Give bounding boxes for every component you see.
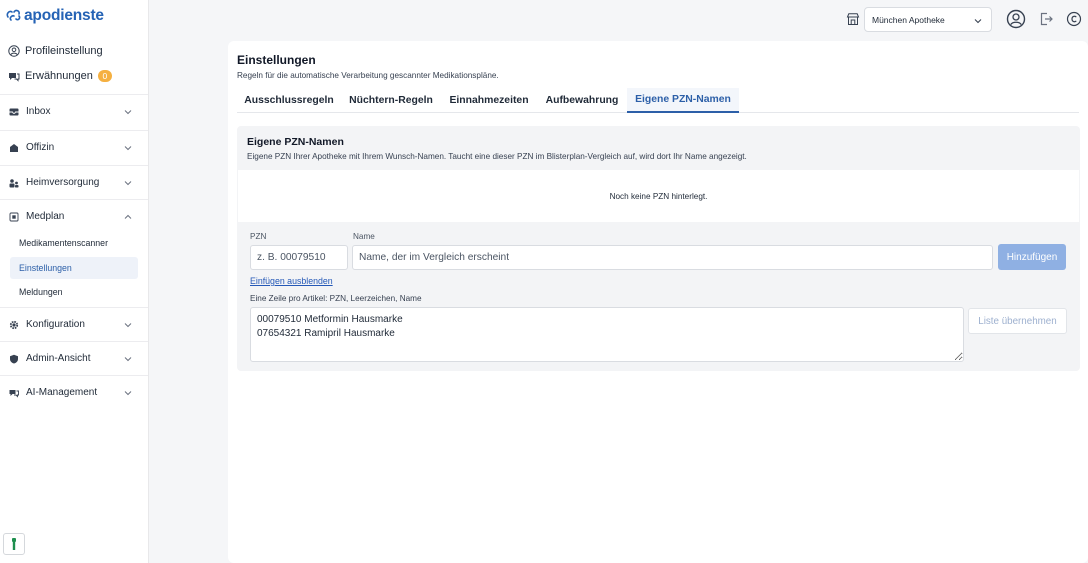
tab-nuechtern-regeln[interactable]: Nüchtern-Regeln	[341, 88, 441, 113]
scan-icon	[9, 212, 19, 222]
mentions-link[interactable]: Erwähnungen 0	[8, 70, 112, 82]
profile-settings-link[interactable]: Profileinstellung	[8, 45, 103, 57]
add-button[interactable]: Hinzufügen	[998, 244, 1066, 270]
feedback-icon	[12, 538, 16, 550]
user-account-icon[interactable]	[1006, 9, 1026, 29]
panel-title: Eigene PZN-Namen	[247, 136, 344, 148]
apply-list-button[interactable]: Liste übernehmen	[968, 308, 1067, 334]
copyright-icon[interactable]	[1066, 11, 1082, 27]
bulk-pzn-textarea[interactable]: 00079510 Metformin Hausmarke 07654321 Ra…	[250, 307, 964, 362]
sidebar-item-offizin[interactable]: Offizin	[0, 130, 148, 164]
page-title: Einstellungen	[237, 53, 316, 67]
sidebar-item-konfiguration[interactable]: Konfiguration	[0, 307, 148, 341]
pzn-field-label: PZN	[250, 232, 267, 241]
logout-icon[interactable]	[1038, 11, 1054, 27]
sidebar-item-label: AI-Management	[26, 387, 98, 398]
profile-settings-label: Profileinstellung	[25, 45, 103, 57]
empty-state: Noch keine PZN hinterlegt.	[238, 170, 1079, 222]
chevron-down-icon	[124, 181, 132, 186]
chevron-down-icon	[124, 110, 132, 115]
sidebar-item-label: Medplan	[26, 211, 65, 222]
chevron-down-icon	[124, 357, 132, 362]
page-subtitle: Regeln für die automatische Verarbeitung…	[237, 71, 499, 80]
sidebar-subitem-einstellungen[interactable]: Einstellungen	[19, 263, 72, 273]
chat-bubbles-icon	[9, 390, 19, 398]
tab-ausschlussregeln[interactable]: Ausschlussregeln	[237, 88, 341, 113]
pzn-input[interactable]	[250, 245, 348, 270]
chevron-down-icon	[124, 146, 132, 151]
hide-paste-link[interactable]: Einfügen ausblenden	[250, 276, 333, 286]
sidebar: apodienste Profileinstellung Erwähnungen…	[0, 0, 149, 563]
bulk-input-hint: Eine Zeile pro Artikel: PZN, Leerzeichen…	[250, 294, 422, 303]
name-input[interactable]	[352, 245, 993, 270]
sidebar-item-ai-management[interactable]: AI-Management	[0, 375, 148, 409]
people-icon	[9, 179, 19, 188]
chevron-down-icon	[124, 323, 132, 328]
sidebar-subitem-meldungen[interactable]: Meldungen	[19, 287, 63, 297]
chevron-down-icon	[974, 19, 982, 24]
mentions-count-badge: 0	[97, 70, 112, 82]
mentions-label: Erwähnungen	[25, 70, 93, 82]
sidebar-item-label: Admin-Ansicht	[26, 353, 91, 364]
app-logo[interactable]: apodienste	[5, 7, 104, 25]
user-circle-icon	[8, 45, 20, 57]
sidebar-item-label: Offizin	[26, 142, 55, 153]
chevron-down-icon	[124, 391, 132, 396]
sidebar-item-inbox[interactable]: Inbox	[0, 94, 148, 128]
feedback-button[interactable]	[3, 533, 25, 555]
sidebar-item-label: Heimversorgung	[26, 177, 100, 188]
logo-icon	[6, 9, 21, 21]
sidebar-item-admin-ansicht[interactable]: Admin-Ansicht	[0, 341, 148, 375]
sidebar-item-label: Konfiguration	[26, 319, 85, 330]
store-icon	[10, 144, 18, 152]
tab-aufbewahrung[interactable]: Aufbewahrung	[537, 88, 627, 113]
sidebar-item-medplan[interactable]: Medplan	[0, 199, 148, 233]
shield-icon	[10, 354, 18, 364]
settings-tabs: Ausschlussregeln Nüchtern-Regeln Einnahm…	[237, 88, 1079, 113]
pharmacy-select[interactable]: München Apotheke	[864, 7, 992, 32]
sidebar-item-label: Inbox	[26, 106, 51, 117]
sidebar-subitem-medikamentenscanner[interactable]: Medikamentenscanner	[19, 238, 108, 248]
gear-icon	[9, 320, 19, 330]
panel-description: Eigene PZN Ihrer Apotheke mit Ihrem Wuns…	[247, 152, 747, 161]
chat-bubbles-icon	[9, 73, 20, 82]
pharmacy-select-value: München Apotheke	[872, 14, 945, 25]
sidebar-item-heimversorgung[interactable]: Heimversorgung	[0, 165, 148, 199]
store-icon	[846, 13, 860, 25]
tab-einnahmezeiten[interactable]: Einnahmezeiten	[441, 88, 537, 113]
logo-text: apodienste	[24, 7, 104, 24]
name-field-label: Name	[353, 232, 375, 241]
inbox-icon	[9, 108, 19, 116]
tab-eigene-pzn-namen[interactable]: Eigene PZN-Namen	[627, 88, 739, 113]
chevron-up-icon	[124, 214, 132, 219]
